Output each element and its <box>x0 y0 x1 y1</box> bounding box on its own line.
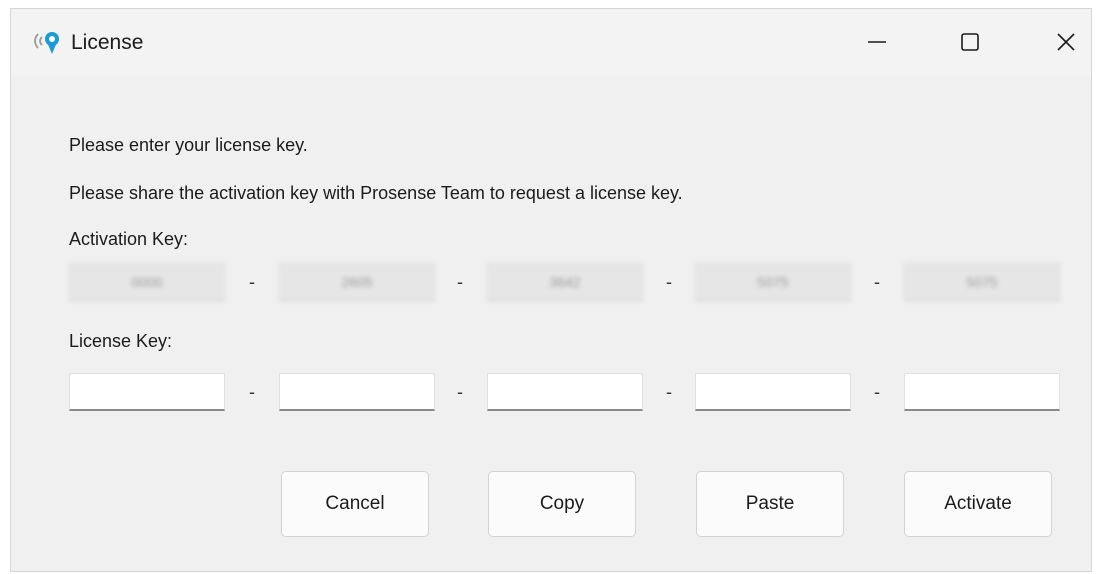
license-key-field-5[interactable] <box>904 373 1060 411</box>
activate-button[interactable]: Activate <box>904 471 1052 537</box>
license-key-field-4[interactable] <box>695 373 851 411</box>
license-key-field-2[interactable] <box>279 373 435 411</box>
copy-button[interactable]: Copy <box>488 471 636 537</box>
license-separator: - <box>249 382 255 402</box>
license-separator: - <box>874 382 880 402</box>
activation-key-field-2[interactable] <box>279 263 435 301</box>
close-button[interactable] <box>1031 9 1097 75</box>
activation-separator: - <box>249 272 255 292</box>
paste-button[interactable]: Paste <box>696 471 844 537</box>
instruction-share-key: Please share the activation key with Pro… <box>69 183 683 203</box>
window-title: License <box>71 31 144 54</box>
license-separator: - <box>457 382 463 402</box>
title-bar[interactable]: License <box>11 9 1091 75</box>
activation-key-field-5[interactable] <box>904 263 1060 301</box>
activation-key-field-3[interactable] <box>487 263 643 301</box>
license-key-field-1[interactable] <box>69 373 225 411</box>
cancel-button[interactable]: Cancel <box>281 471 429 537</box>
license-dialog: License Please enter your license key. P… <box>10 8 1092 572</box>
close-icon <box>1055 31 1077 53</box>
activation-separator: - <box>457 272 463 292</box>
activation-key-field-1[interactable] <box>69 263 225 301</box>
license-key-label: License Key: <box>69 331 173 351</box>
minimize-button[interactable] <box>842 9 912 75</box>
instruction-enter-key: Please enter your license key. <box>69 135 308 155</box>
activation-key-label: Activation Key: <box>69 229 189 249</box>
license-separator: - <box>666 382 672 402</box>
maximize-button[interactable] <box>935 9 1005 75</box>
activation-separator: - <box>666 272 672 292</box>
activation-key-field-4[interactable] <box>695 263 851 301</box>
maximize-icon <box>959 31 981 53</box>
activation-separator: - <box>874 272 880 292</box>
minimize-icon <box>866 31 888 53</box>
signal-pin-icon <box>29 29 63 55</box>
license-key-field-3[interactable] <box>487 373 643 411</box>
